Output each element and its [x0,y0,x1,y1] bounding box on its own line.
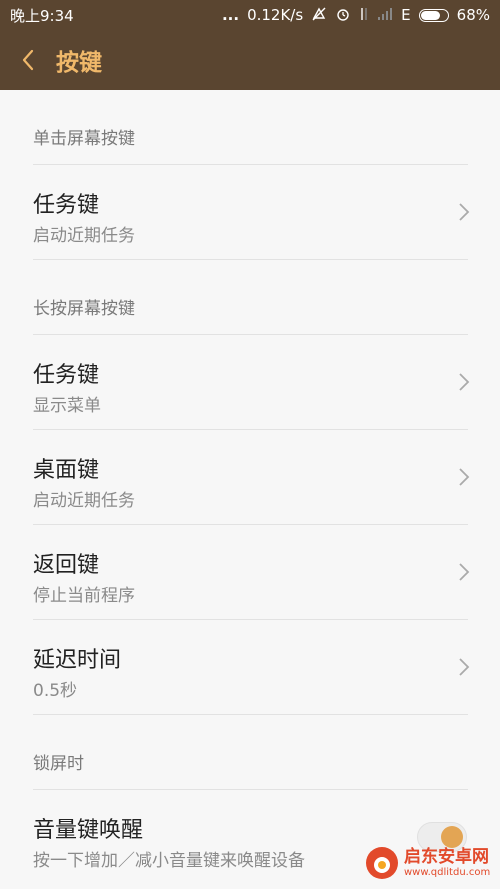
battery-percent: 68% [456,6,490,24]
watermark-url: www.qdlitdu.com [404,866,491,878]
data-transfer-icon [359,6,369,25]
status-time: 晚上9:34 [10,6,74,25]
back-button[interactable] [0,30,56,90]
settings-list: 单击屏幕按键 任务键 启动近期任务 长按屏幕按键 任务键 显示菜单 桌面键 启动… [0,90,500,884]
row-subtitle: 启动近期任务 [33,226,135,246]
chevron-left-icon [22,49,34,71]
mute-icon [311,6,327,25]
section-header: 长按屏幕按键 [33,299,135,319]
network-speed: 0.12K/s [247,6,304,24]
row-title: 返回键 [33,553,100,578]
chevron-right-icon [459,658,470,676]
row-title: 音量键唤醒 [33,818,144,843]
setting-row-home-key[interactable]: 桌面键 启动近期任务 [0,430,500,524]
chevron-right-icon [459,563,470,581]
row-subtitle: 启动近期任务 [33,491,135,511]
page-title: 按键 [56,50,102,76]
chevron-right-icon [459,373,470,391]
row-subtitle: 停止当前程序 [33,586,135,606]
row-title: 任务键 [33,363,100,388]
setting-row-task-key-long[interactable]: 任务键 显示菜单 [0,335,500,429]
setting-row-task-key-tap[interactable]: 任务键 启动近期任务 [0,165,500,259]
app-bar: 按键 [0,30,500,90]
battery-icon [418,8,449,22]
alarm-icon [335,6,351,25]
row-subtitle: 0.5秒 [33,681,78,701]
chevron-right-icon [459,468,470,486]
row-title: 任务键 [33,193,100,218]
row-title: 延迟时间 [33,648,122,673]
section-header: 锁屏时 [33,754,84,774]
row-subtitle: 按一下增加／减小音量键来唤醒设备 [33,851,305,871]
logo-icon [366,847,398,879]
status-bar: 晚上9:34 ... 0.12K/s E 68% [0,0,500,30]
watermark: 启东安卓网 www.qdlitdu.com [364,841,494,885]
watermark-text: 启东安卓网 www.qdlitdu.com [404,848,490,878]
network-type: E [401,6,411,24]
more-dots: ... [221,6,240,24]
signal-icon [377,7,393,24]
row-title: 桌面键 [33,458,100,483]
row-subtitle: 显示菜单 [33,396,101,416]
chevron-right-icon [459,203,470,221]
watermark-title: 启东安卓网 [404,847,489,868]
status-right: ... 0.12K/s E 68% [222,6,490,25]
setting-row-delay-time[interactable]: 延迟时间 0.5秒 [0,620,500,714]
setting-row-back-key[interactable]: 返回键 停止当前程序 [0,525,500,619]
section-header: 单击屏幕按键 [33,129,135,149]
